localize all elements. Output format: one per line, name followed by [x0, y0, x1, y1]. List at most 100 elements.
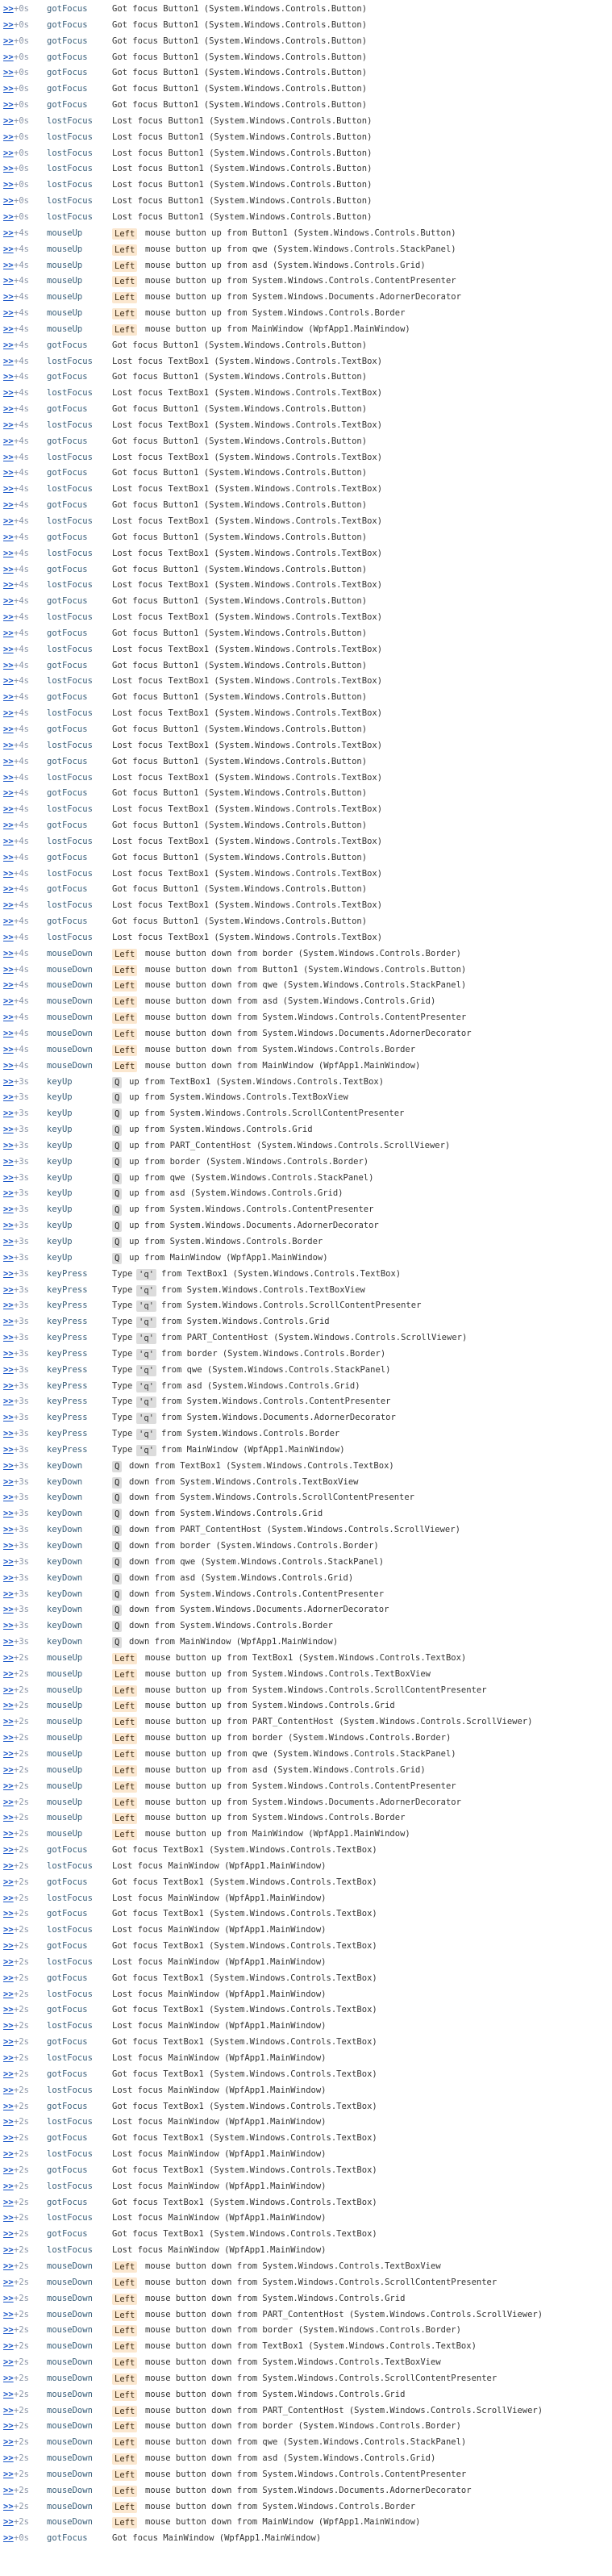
- expand-arrow-link[interactable]: >>: [3, 1346, 14, 1363]
- expand-arrow-link[interactable]: >>: [3, 2179, 14, 2195]
- expand-arrow-link[interactable]: >>: [3, 1506, 14, 1522]
- expand-arrow-link[interactable]: >>: [3, 2515, 14, 2531]
- expand-arrow-link[interactable]: >>: [3, 306, 14, 322]
- expand-arrow-link[interactable]: >>: [3, 1522, 14, 1539]
- expand-arrow-link[interactable]: >>: [3, 1042, 14, 1058]
- expand-arrow-link[interactable]: >>: [3, 1010, 14, 1026]
- expand-arrow-link[interactable]: >>: [3, 2147, 14, 2163]
- expand-arrow-link[interactable]: >>: [3, 482, 14, 498]
- expand-arrow-link[interactable]: >>: [3, 65, 14, 81]
- expand-arrow-link[interactable]: >>: [3, 594, 14, 610]
- expand-arrow-link[interactable]: >>: [3, 1891, 14, 1907]
- expand-arrow-link[interactable]: >>: [3, 866, 14, 883]
- expand-arrow-link[interactable]: >>: [3, 802, 14, 818]
- expand-arrow-link[interactable]: >>: [3, 914, 14, 930]
- expand-arrow-link[interactable]: >>: [3, 1186, 14, 1202]
- expand-arrow-link[interactable]: >>: [3, 2531, 14, 2547]
- expand-arrow-link[interactable]: >>: [3, 258, 14, 274]
- expand-arrow-link[interactable]: >>: [3, 1763, 14, 1779]
- expand-arrow-link[interactable]: >>: [3, 1810, 14, 1827]
- expand-arrow-link[interactable]: >>: [3, 706, 14, 722]
- expand-arrow-link[interactable]: >>: [3, 2163, 14, 2179]
- expand-arrow-link[interactable]: >>: [3, 1394, 14, 1410]
- expand-arrow-link[interactable]: >>: [3, 898, 14, 914]
- expand-arrow-link[interactable]: >>: [3, 1683, 14, 1699]
- expand-arrow-link[interactable]: >>: [3, 130, 14, 146]
- expand-arrow-link[interactable]: >>: [3, 1298, 14, 1314]
- expand-arrow-link[interactable]: >>: [3, 466, 14, 482]
- expand-arrow-link[interactable]: >>: [3, 402, 14, 418]
- expand-arrow-link[interactable]: >>: [3, 2323, 14, 2339]
- expand-arrow-link[interactable]: >>: [3, 1731, 14, 1747]
- expand-arrow-link[interactable]: >>: [3, 2467, 14, 2483]
- expand-arrow-link[interactable]: >>: [3, 1426, 14, 1442]
- expand-arrow-link[interactable]: >>: [3, 290, 14, 306]
- expand-arrow-link[interactable]: >>: [3, 1283, 14, 1299]
- expand-arrow-link[interactable]: >>: [3, 834, 14, 850]
- expand-arrow-link[interactable]: >>: [3, 1379, 14, 1395]
- expand-arrow-link[interactable]: >>: [3, 1475, 14, 1491]
- expand-arrow-link[interactable]: >>: [3, 578, 14, 594]
- expand-arrow-link[interactable]: >>: [3, 1635, 14, 1651]
- expand-arrow-link[interactable]: >>: [3, 1410, 14, 1426]
- expand-arrow-link[interactable]: >>: [3, 2051, 14, 2067]
- expand-arrow-link[interactable]: >>: [3, 1459, 14, 1475]
- expand-arrow-link[interactable]: >>: [3, 1906, 14, 1923]
- expand-arrow-link[interactable]: >>: [3, 2115, 14, 2131]
- expand-arrow-link[interactable]: >>: [3, 338, 14, 354]
- expand-arrow-link[interactable]: >>: [3, 818, 14, 834]
- expand-arrow-link[interactable]: >>: [3, 1587, 14, 1603]
- expand-arrow-link[interactable]: >>: [3, 242, 14, 258]
- expand-arrow-link[interactable]: >>: [3, 1539, 14, 1555]
- expand-arrow-link[interactable]: >>: [3, 1698, 14, 1714]
- expand-arrow-link[interactable]: >>: [3, 962, 14, 979]
- expand-arrow-link[interactable]: >>: [3, 2099, 14, 2115]
- expand-arrow-link[interactable]: >>: [3, 1218, 14, 1234]
- expand-arrow-link[interactable]: >>: [3, 1939, 14, 1955]
- expand-arrow-link[interactable]: >>: [3, 978, 14, 994]
- expand-arrow-link[interactable]: >>: [3, 1250, 14, 1267]
- expand-arrow-link[interactable]: >>: [3, 2227, 14, 2243]
- expand-arrow-link[interactable]: >>: [3, 1667, 14, 1683]
- expand-arrow-link[interactable]: >>: [3, 386, 14, 402]
- expand-arrow-link[interactable]: >>: [3, 2243, 14, 2259]
- expand-arrow-link[interactable]: >>: [3, 530, 14, 546]
- expand-arrow-link[interactable]: >>: [3, 1106, 14, 1122]
- expand-arrow-link[interactable]: >>: [3, 2387, 14, 2403]
- expand-arrow-link[interactable]: >>: [3, 194, 14, 210]
- expand-arrow-link[interactable]: >>: [3, 1202, 14, 1218]
- expand-arrow-link[interactable]: >>: [3, 354, 14, 370]
- expand-arrow-link[interactable]: >>: [3, 98, 14, 114]
- expand-arrow-link[interactable]: >>: [3, 1090, 14, 1106]
- expand-arrow-link[interactable]: >>: [3, 2067, 14, 2083]
- expand-arrow-link[interactable]: >>: [3, 81, 14, 98]
- expand-arrow-link[interactable]: >>: [3, 690, 14, 706]
- expand-arrow-link[interactable]: >>: [3, 2035, 14, 2051]
- expand-arrow-link[interactable]: >>: [3, 1779, 14, 1795]
- expand-arrow-link[interactable]: >>: [3, 994, 14, 1010]
- expand-arrow-link[interactable]: >>: [3, 1171, 14, 1187]
- expand-arrow-link[interactable]: >>: [3, 50, 14, 66]
- expand-arrow-link[interactable]: >>: [3, 1442, 14, 1459]
- expand-arrow-link[interactable]: >>: [3, 161, 14, 177]
- expand-arrow-link[interactable]: >>: [3, 1987, 14, 2003]
- expand-arrow-link[interactable]: >>: [3, 1138, 14, 1154]
- expand-arrow-link[interactable]: >>: [3, 2499, 14, 2515]
- expand-arrow-link[interactable]: >>: [3, 2483, 14, 2499]
- expand-arrow-link[interactable]: >>: [3, 2403, 14, 2419]
- expand-arrow-link[interactable]: >>: [3, 786, 14, 802]
- expand-arrow-link[interactable]: >>: [3, 226, 14, 242]
- expand-arrow-link[interactable]: >>: [3, 2195, 14, 2211]
- expand-arrow-link[interactable]: >>: [3, 1827, 14, 1843]
- expand-arrow-link[interactable]: >>: [3, 1875, 14, 1891]
- expand-arrow-link[interactable]: >>: [3, 1923, 14, 1939]
- expand-arrow-link[interactable]: >>: [3, 1618, 14, 1635]
- expand-arrow-link[interactable]: >>: [3, 738, 14, 754]
- expand-arrow-link[interactable]: >>: [3, 1314, 14, 1330]
- expand-arrow-link[interactable]: >>: [3, 1154, 14, 1171]
- expand-arrow-link[interactable]: >>: [3, 610, 14, 626]
- expand-arrow-link[interactable]: >>: [3, 1363, 14, 1379]
- expand-arrow-link[interactable]: >>: [3, 882, 14, 898]
- expand-arrow-link[interactable]: >>: [3, 2339, 14, 2355]
- expand-arrow-link[interactable]: >>: [3, 146, 14, 162]
